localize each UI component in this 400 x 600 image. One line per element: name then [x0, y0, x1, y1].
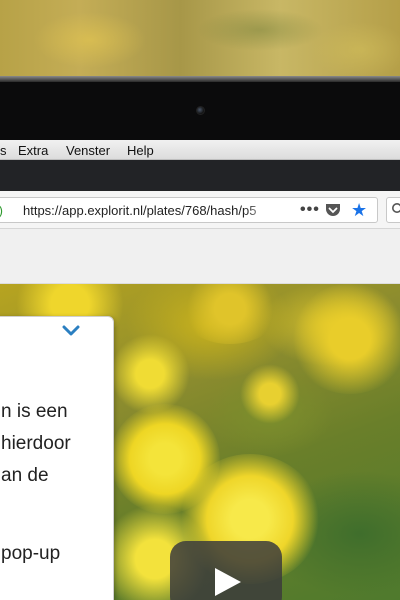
- popup-text-line: hierdoor: [1, 433, 71, 454]
- tab-bar: [0, 160, 400, 191]
- menu-item-venster[interactable]: Venster: [66, 143, 110, 158]
- bookmark-star-icon[interactable]: ★: [351, 200, 367, 220]
- flower-blob: [110, 334, 190, 414]
- page-header-strip: [0, 229, 400, 284]
- flower-blob: [290, 284, 400, 394]
- address-prefix: .): [0, 203, 3, 218]
- play-icon: [215, 568, 241, 596]
- menu-item-extra[interactable]: Extra: [18, 143, 48, 158]
- background-photo: [0, 0, 400, 80]
- popup-text-line: an de: [1, 465, 49, 486]
- page-actions-icon[interactable]: •••: [300, 201, 320, 219]
- address-bar[interactable]: .) https://app.explorit.nl/plates/768/ha…: [0, 197, 378, 223]
- search-icon: [392, 203, 400, 213]
- flower-blob: [180, 284, 280, 344]
- video-play-button[interactable]: [170, 541, 282, 600]
- search-box[interactable]: [386, 197, 400, 223]
- info-popup: n is een hierdoor an de pop-up: [0, 316, 114, 600]
- url-fade: [245, 200, 273, 220]
- webcam-icon: [196, 106, 205, 115]
- pocket-icon[interactable]: [325, 203, 341, 218]
- chevron-down-icon[interactable]: [62, 325, 80, 337]
- navigation-toolbar: .) https://app.explorit.nl/plates/768/ha…: [0, 191, 400, 229]
- menu-item-partial[interactable]: s: [0, 143, 7, 158]
- url-text[interactable]: https://app.explorit.nl/plates/768/hash/…: [23, 203, 267, 218]
- menu-item-help[interactable]: Help: [127, 143, 154, 158]
- popup-text-line: pop-up: [1, 543, 61, 564]
- popup-text-line: n is een: [1, 401, 68, 422]
- flower-blob: [240, 364, 300, 424]
- menu-bar: s Extra Venster Help: [0, 140, 400, 160]
